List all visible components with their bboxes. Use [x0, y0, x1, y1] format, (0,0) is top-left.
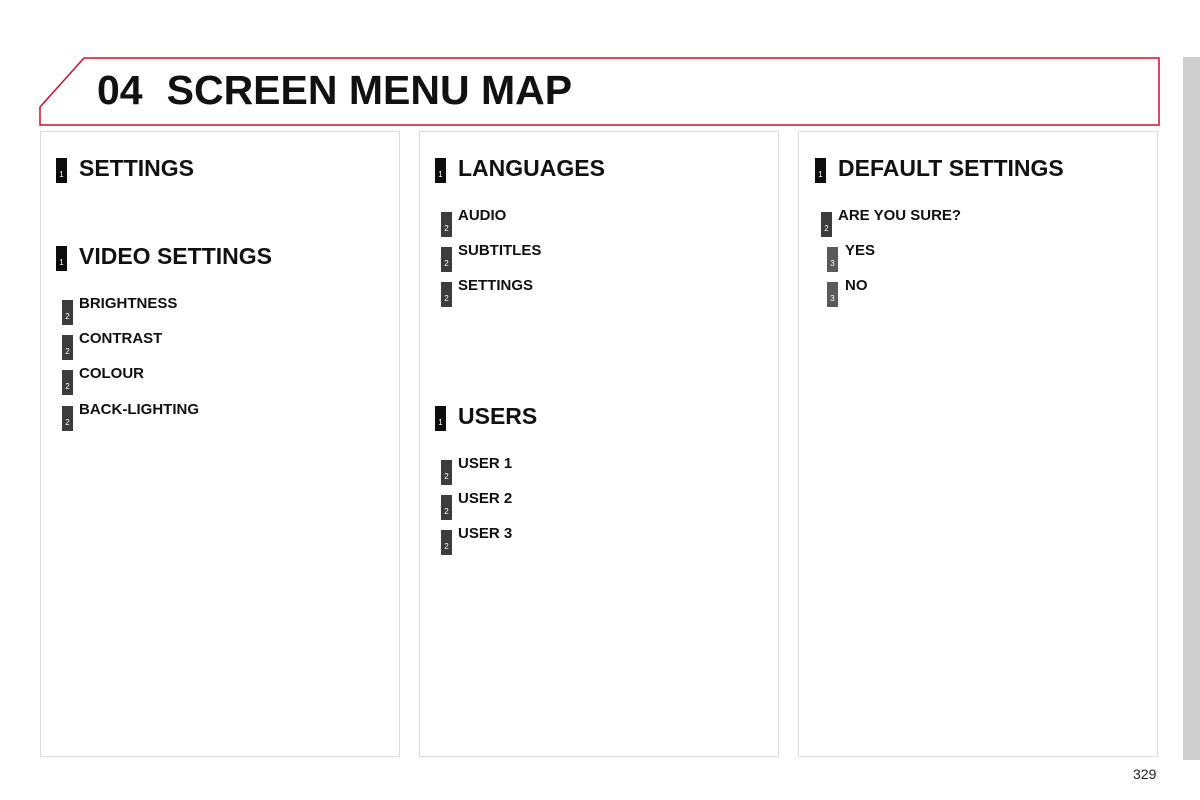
level-badge: 1	[435, 406, 446, 431]
level-badge: 1	[56, 246, 67, 271]
level-badge: 2	[441, 212, 452, 237]
level-badge: 2	[441, 530, 452, 555]
side-tab-marker	[1183, 57, 1200, 760]
level-badge: 2	[441, 460, 452, 485]
level-badge: 1	[435, 158, 446, 183]
page-number: 329	[1133, 766, 1157, 782]
level-badge: 1	[815, 158, 826, 183]
menu-panel-settings: 1 SETTINGS 1 VIDEO SETTINGS 2 BRIGHTNESS…	[40, 131, 400, 757]
section-title: SCREEN MENU MAP	[166, 67, 573, 113]
level-badge: 2	[441, 247, 452, 272]
menu-panel-default-settings: 1 DEFAULT SETTINGS 2 ARE YOU SURE? 3 YES…	[798, 131, 1158, 757]
level-badge: 2	[62, 335, 73, 360]
level-badge: 2	[821, 212, 832, 237]
level-badge: 3	[827, 247, 838, 272]
menu-panel-languages-users: 1 LANGUAGES 2 AUDIO 2 SUBTITLES 2 SETTIN…	[419, 131, 779, 757]
level-badge: 2	[441, 282, 452, 307]
level-badge: 2	[441, 495, 452, 520]
level-badge: 2	[62, 300, 73, 325]
level-badge: 3	[827, 282, 838, 307]
section-header: 04 SCREEN MENU MAP	[39, 57, 1161, 127]
page-title: 04 SCREEN MENU MAP	[97, 67, 572, 114]
level-badge: 2	[62, 406, 73, 431]
level-badge: 1	[56, 158, 67, 183]
section-number: 04	[97, 67, 143, 113]
level-badge: 2	[62, 370, 73, 395]
